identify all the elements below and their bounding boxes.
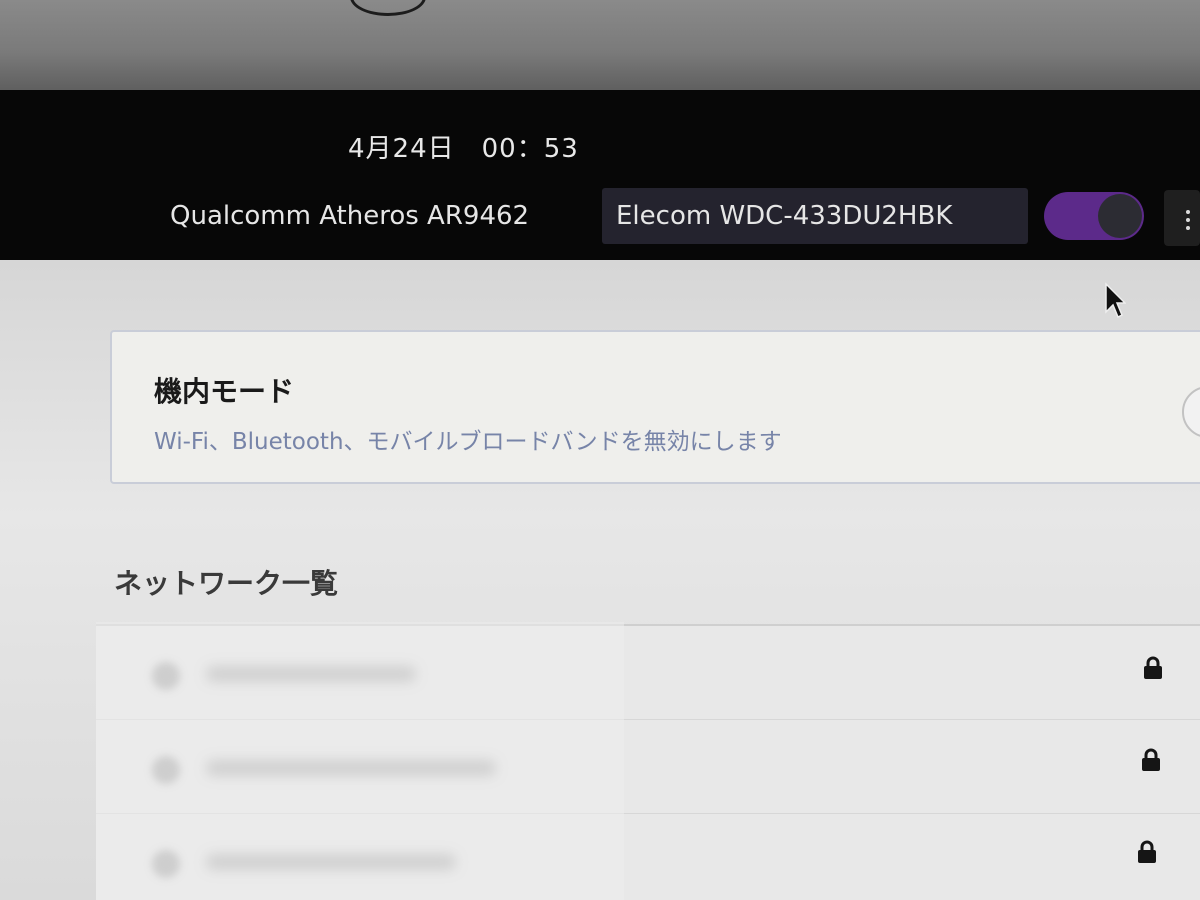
device-tab-qualcomm[interactable]: Qualcomm Atheros AR9462 xyxy=(156,188,543,244)
laptop-bezel xyxy=(0,0,1200,96)
privacy-blur-overlay xyxy=(96,622,624,900)
network-list xyxy=(96,622,1200,900)
kebab-menu-icon xyxy=(1186,226,1190,230)
device-tab-elecom[interactable]: Elecom WDC-433DU2HBK xyxy=(602,188,1028,244)
menu-button[interactable] xyxy=(1164,190,1200,246)
lock-icon xyxy=(1142,748,1160,771)
wifi-toggle-knob xyxy=(1098,194,1142,238)
wifi-toggle[interactable] xyxy=(1044,192,1144,240)
airplane-mode-toggle[interactable] xyxy=(1182,386,1200,438)
airplane-mode-description: Wi-Fi、Bluetooth、モバイルブロードバンドを無効にします xyxy=(154,429,782,455)
kebab-menu-icon xyxy=(1186,210,1190,214)
kebab-menu-icon xyxy=(1186,218,1190,222)
airplane-mode-title: 機内モード xyxy=(154,375,295,408)
mouse-pointer-icon xyxy=(1105,282,1126,319)
settings-content: 機内モード Wi-Fi、Bluetooth、モバイルブロードバンドを無効にします… xyxy=(0,260,1200,900)
clock: 4月24日 00：53 xyxy=(348,134,579,164)
network-list-heading: ネットワーク一覧 xyxy=(114,567,339,600)
lock-icon xyxy=(1144,656,1162,679)
airplane-mode-row[interactable]: 機内モード Wi-Fi、Bluetooth、モバイルブロードバンドを無効にします xyxy=(110,330,1200,484)
network-settings-header: 4月24日 00：53 Qualcomm Atheros AR9462 Elec… xyxy=(0,90,1200,260)
webcam-ring xyxy=(350,0,426,16)
lock-icon xyxy=(1138,840,1156,863)
